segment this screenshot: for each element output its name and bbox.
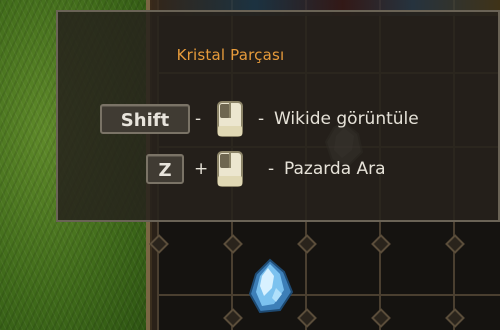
mouse-left-click-icon: [217, 101, 243, 137]
row2-operator: +: [194, 159, 209, 179]
item-name: Kristal Parçası: [176, 46, 285, 64]
search-market-label: Pazarda Ara: [284, 159, 386, 179]
shift-key-badge: Shift: [100, 104, 190, 134]
crystal-shard-icon[interactable]: [246, 258, 296, 314]
z-key-badge: Z: [146, 154, 184, 184]
mouse-left-click-icon: [217, 151, 243, 187]
row2-dash: -: [268, 159, 275, 179]
row1-operator: -: [195, 109, 202, 129]
row1-dash: -: [258, 109, 265, 129]
item-tooltip: Kristal Parçası Shift - - Wikide görüntü…: [56, 10, 500, 222]
view-in-wiki-label: Wikide görüntüle: [274, 109, 419, 129]
